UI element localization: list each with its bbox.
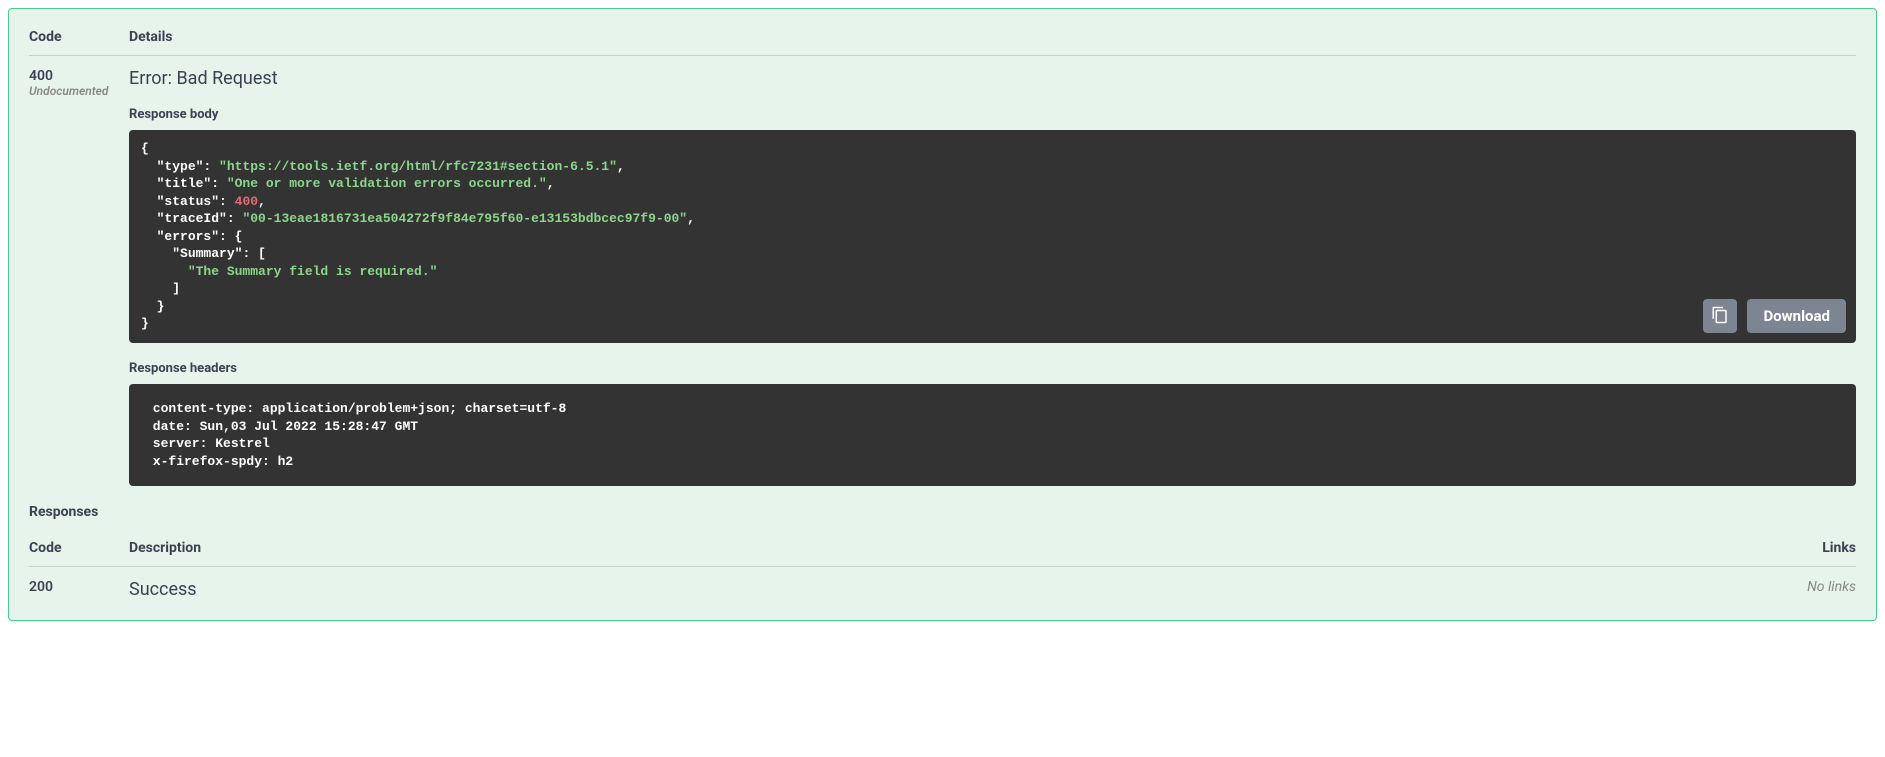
code-column-header: Code [29,540,129,556]
code-details-header: Code Details [29,19,1856,56]
response-headers-block: content-type: application/problem+json; … [129,384,1856,486]
clipboard-icon [1711,306,1729,327]
success-title: Success [129,579,1776,600]
response-description-cell: Success [129,579,1776,600]
response-code-cell: 400 Undocumented [29,68,129,486]
description-column-header: Description [129,540,1776,556]
responses-heading: Responses [29,504,1856,520]
swagger-response-panel: Code Details 400 Undocumented Error: Bad… [8,8,1877,621]
response-code-value: 200 [29,579,129,595]
response-code-cell: 200 [29,579,129,600]
download-button[interactable]: Download [1747,299,1846,333]
code-column-header: Code [29,29,129,45]
responses-table-header: Code Description Links [29,530,1856,567]
response-details-cell: Error: Bad Request Response body { "type… [129,68,1856,486]
error-title: Error: Bad Request [129,68,1856,89]
response-links-cell: No links [1776,579,1856,600]
response-body-label: Response body [129,107,1856,122]
response-headers-label: Response headers [129,361,1856,376]
response-body-actions: Download [1703,299,1846,333]
copy-button[interactable] [1703,299,1737,333]
response-row-200: 200 Success No links [29,567,1856,600]
response-body-block: { "type": "https://tools.ietf.org/html/r… [129,130,1856,343]
response-code-value: 400 [29,68,129,84]
response-body-json: { "type": "https://tools.ietf.org/html/r… [141,140,1844,333]
links-column-header: Links [1776,540,1856,556]
undocumented-label: Undocumented [29,84,129,98]
details-column-header: Details [129,29,1856,45]
response-headers-text: content-type: application/problem+json; … [141,394,1844,476]
response-row-400: 400 Undocumented Error: Bad Request Resp… [29,56,1856,486]
